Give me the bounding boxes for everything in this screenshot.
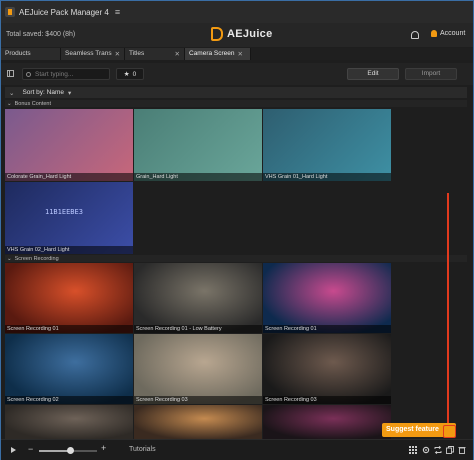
brand-logo: AEJuice [211,27,273,41]
app-window: AEJuice Pack Manager 4 ≡ Total saved: $4… [0,0,474,460]
section-header-bonus-content[interactable]: ⌄ Bonus Content [5,100,467,107]
close-icon[interactable]: ✕ [175,50,180,58]
hamburger-icon[interactable]: ≡ [115,7,120,17]
scroll-indicator-line [447,193,449,423]
copy-icon[interactable] [446,446,454,454]
zoom-slider[interactable] [39,447,97,454]
search-placeholder: Start typing... [35,70,74,78]
asset-thumbnail[interactable]: Screen Recording 03 [263,334,391,404]
asset-caption: VHS Grain 01_Hard Light [263,173,391,181]
sort-dropdown[interactable]: ⌄ Sort by: Name ▾ [5,87,467,98]
asset-caption: Screen Recording 01 [263,325,391,333]
asset-thumbnail[interactable]: Screen Recording 01 [263,263,391,333]
tab-bar: Products Seamless Trans ✕ Titles ✕ Camer… [1,48,473,60]
tutorials-link[interactable]: Tutorials [129,446,156,453]
zoom-slider-handle[interactable] [67,447,75,454]
zoom-in-icon[interactable]: + [101,443,106,453]
asset-thumbnail[interactable]: Colorate Grain_Hard Light [5,109,133,181]
user-icon [431,30,437,37]
asset-thumbnail[interactable] [263,405,391,439]
aejuice-logo-icon [211,27,223,41]
tab-titles[interactable]: Titles ✕ [125,48,185,60]
section-title: Bonus Content [14,100,51,107]
chevron-down-icon: ⌄ [7,255,12,262]
top-bar: Total saved: $400 (8h) AEJuice Account [1,23,473,47]
asset-thumbnail[interactable]: Screen Recording 03 [134,334,262,404]
asset-thumbnail[interactable]: Screen Recording 01 - Low Battery [134,263,262,333]
asset-caption: Grain_Hard Light [134,173,262,181]
highlight-box [443,425,456,438]
toolbar: Start typing... ★ 0 Edit Import [1,63,473,85]
trash-icon[interactable] [458,446,466,454]
asset-caption: Colorate Grain_Hard Light [5,173,133,181]
section-header-screen-recording[interactable]: ⌄ Screen Recording [5,255,467,262]
tab-seamless-trans[interactable]: Seamless Trans ✕ [61,48,125,60]
asset-thumbnail[interactable] [5,405,133,439]
bottom-bar: − + Tutorials [1,439,473,460]
asset-caption: Screen Recording 03 [263,396,391,404]
chevron-down-icon: ⌄ [7,100,12,107]
close-icon[interactable]: ✕ [238,50,243,58]
star-icon: ★ [123,71,130,78]
zoom-slider-fill [39,450,71,452]
bell-icon[interactable] [411,31,419,39]
repeat-icon[interactable] [434,446,442,454]
brand-name: AEJuice [227,28,273,40]
asset-caption: Screen Recording 02 [5,396,133,404]
zoom-out-icon[interactable]: − [28,444,33,454]
asset-thumbnail[interactable]: 11B1EEBE3 VHS Grain 02_Hard Light [5,182,133,254]
tab-camera-screen[interactable]: Camera Screen ✕ [185,48,251,60]
tab-products[interactable]: Products [1,48,61,60]
window-title: AEJuice Pack Manager 4 [19,7,109,17]
edit-button[interactable]: Edit [347,68,399,80]
sidebar-toggle-icon[interactable] [7,70,14,77]
play-icon[interactable] [11,447,16,453]
close-icon[interactable]: ✕ [115,50,120,58]
vhs-overlay-text: 11B1EEBE3 [45,208,83,216]
asset-caption: VHS Grain 02_Hard Light [5,246,133,254]
settings-icon[interactable] [422,446,430,454]
asset-thumbnail[interactable] [134,405,262,439]
total-saved-label: Total saved: $400 (8h) [6,31,76,38]
app-icon [5,7,15,17]
favorites-count: 0 [132,70,137,78]
caret-down-icon: ▾ [68,89,72,97]
tab-label: Products [5,50,31,57]
section-title: Screen Recording [14,255,59,262]
chevron-down-icon[interactable]: ⌄ [9,89,14,97]
asset-thumbnail[interactable]: VHS Grain 01_Hard Light [263,109,391,181]
tab-label: Seamless Trans [65,50,112,57]
asset-thumbnail[interactable]: Screen Recording 02 [5,334,133,404]
asset-thumbnail[interactable]: Grain_Hard Light [134,109,262,181]
import-button[interactable]: Import [405,68,457,80]
tab-label: Camera Screen [189,50,235,57]
title-bar: AEJuice Pack Manager 4 ≡ [1,1,473,23]
asset-caption: Screen Recording 03 [134,396,262,404]
grid-view-icon[interactable] [409,446,417,454]
account-label: Account [440,30,466,37]
asset-caption: Screen Recording 01 [5,325,133,333]
favorites-button[interactable]: ★ 0 [116,68,144,80]
search-input[interactable]: Start typing... [22,68,110,80]
sort-label: Sort by: Name [22,89,64,96]
search-icon [26,71,31,77]
account-button[interactable]: Account [431,30,465,37]
asset-caption: Screen Recording 01 - Low Battery [134,325,262,333]
tab-label: Titles [129,50,145,57]
asset-thumbnail[interactable]: Screen Recording 01 [5,263,133,333]
